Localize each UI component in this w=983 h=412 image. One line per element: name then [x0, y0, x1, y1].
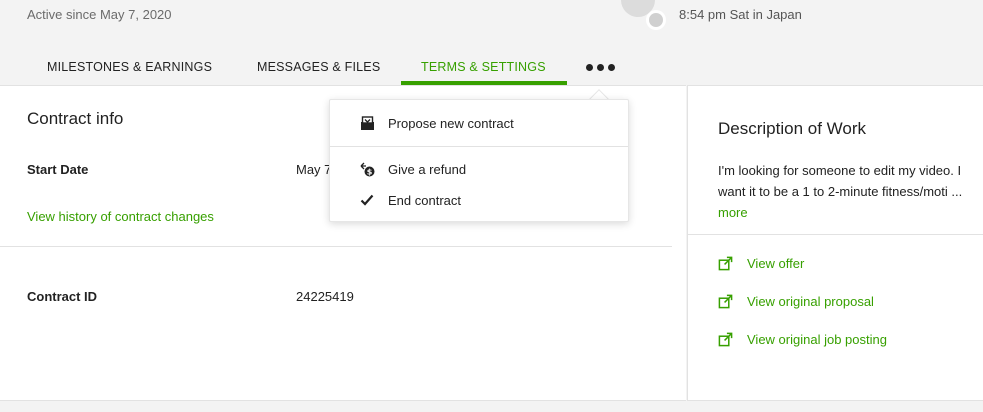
section-divider	[0, 246, 672, 247]
end-contract-label: End contract	[388, 192, 461, 208]
external-link-icon	[718, 332, 733, 346]
contract-id-value: 24225419	[296, 289, 354, 304]
description-card: Description of Work I'm looking for some…	[687, 85, 983, 401]
contract-info-title: Contract info	[27, 109, 124, 128]
contract-id-label: Contract ID	[27, 289, 98, 304]
menu-divider	[330, 146, 628, 147]
more-options-menu: Propose new contract $ Give a refund End…	[329, 99, 629, 222]
view-offer-link[interactable]: View offer	[718, 254, 804, 272]
view-history-link[interactable]: View history of contract changes	[27, 209, 214, 224]
view-original-job-posting-label: View original job posting	[747, 331, 887, 347]
start-date-label: Start Date	[27, 162, 89, 177]
view-original-job-posting-link[interactable]: View original job posting	[718, 330, 887, 348]
contract-tabs: MILESTONES & EARNINGS MESSAGES & FILES T…	[0, 48, 983, 86]
contract-header: Active since May 7, 2020 8:54 pm Sat in …	[0, 0, 983, 86]
dot-icon	[607, 63, 615, 71]
start-date-value: May 7	[296, 162, 332, 177]
svg-text:$: $	[366, 167, 372, 176]
menu-item-end-contract[interactable]: End contract	[330, 185, 628, 215]
side-divider	[688, 234, 983, 235]
view-original-proposal-label: View original proposal	[747, 293, 874, 309]
dot-icon	[585, 63, 593, 71]
tab-messages-files[interactable]: MESSAGES & FILES	[257, 48, 380, 86]
menu-item-propose-new-contract[interactable]: Propose new contract	[330, 108, 628, 138]
checkmark-icon	[359, 192, 375, 208]
description-ellipsis: ...	[951, 184, 963, 199]
give-refund-label: Give a refund	[388, 161, 467, 177]
refund-icon: $	[359, 161, 375, 177]
view-original-proposal-link[interactable]: View original proposal	[718, 292, 874, 310]
external-link-icon	[718, 256, 733, 270]
propose-new-contract-label: Propose new contract	[388, 115, 514, 131]
propose-contract-icon	[359, 115, 375, 131]
avatar-placeholder-icon	[621, 0, 666, 30]
view-offer-label: View offer	[747, 255, 805, 271]
active-since-text: Active since May 7, 2020	[27, 7, 172, 22]
dot-icon	[596, 63, 604, 71]
description-text: I'm looking for someone to edit my video…	[718, 160, 968, 223]
tab-milestones-earnings[interactable]: MILESTONES & EARNINGS	[47, 48, 212, 86]
description-title: Description of Work	[718, 119, 867, 138]
description-more-link[interactable]: more	[718, 205, 748, 220]
description-body: I'm looking for someone to edit my video…	[718, 163, 962, 199]
menu-item-give-refund[interactable]: $ Give a refund	[330, 154, 628, 184]
local-time-text: 8:54 pm Sat in Japan	[679, 7, 802, 22]
more-options-button[interactable]	[584, 56, 616, 78]
external-link-icon	[718, 294, 733, 308]
